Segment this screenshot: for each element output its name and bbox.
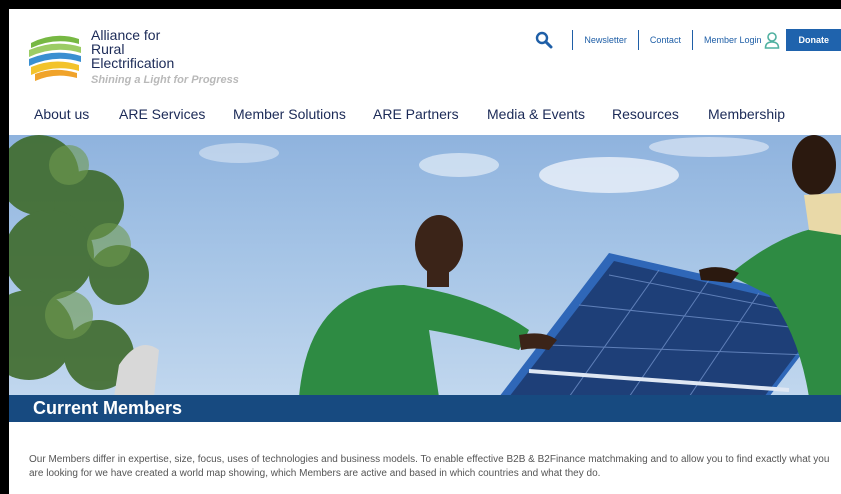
hero-image (9, 135, 841, 397)
search-icon (536, 31, 553, 49)
main-nav: About us ARE Services Member Solutions A… (9, 106, 841, 128)
member-login-link[interactable]: Member Login (704, 31, 781, 49)
user-icon (765, 32, 780, 49)
logo-wordmark: Alliance for Rural Electrification (91, 28, 174, 70)
hero-illustration (9, 135, 841, 397)
logo-line-2: Rural (91, 41, 125, 57)
contact-link[interactable]: Contact (650, 35, 681, 45)
nav-item-are-services[interactable]: ARE Services (119, 106, 205, 122)
logo-line-1: Alliance for (91, 27, 161, 43)
utility-bar: Newsletter Contact Member Login Donate (531, 24, 841, 56)
nav-item-are-partners[interactable]: ARE Partners (373, 106, 459, 122)
divider (691, 30, 693, 50)
section-banner: Current Members (9, 395, 841, 422)
member-login-label: Member Login (703, 35, 762, 45)
logo-line-3: Electrification (91, 55, 175, 71)
nav-item-member-solutions[interactable]: Member Solutions (233, 106, 346, 122)
search-button[interactable] (531, 27, 557, 53)
logo-mark-icon (29, 35, 81, 81)
nav-item-media-events[interactable]: Media & Events (487, 106, 585, 122)
divider (572, 30, 574, 50)
nav-item-resources[interactable]: Resources (612, 106, 679, 122)
intro-paragraph: Our Members differ in expertise, size, f… (29, 454, 830, 479)
site-logo[interactable]: Alliance for Rural Electrification Shini… (27, 25, 267, 95)
page: Alliance for Rural Electrification Shini… (9, 9, 841, 494)
newsletter-link[interactable]: Newsletter (584, 35, 627, 45)
divider (637, 30, 639, 50)
page-title: Current Members (33, 398, 183, 418)
nav-item-about-us[interactable]: About us (34, 106, 89, 122)
logo-tagline: Shining a Light for Progress (91, 74, 239, 86)
donate-button[interactable]: Donate (786, 29, 841, 51)
nav-item-membership[interactable]: Membership (708, 106, 785, 122)
